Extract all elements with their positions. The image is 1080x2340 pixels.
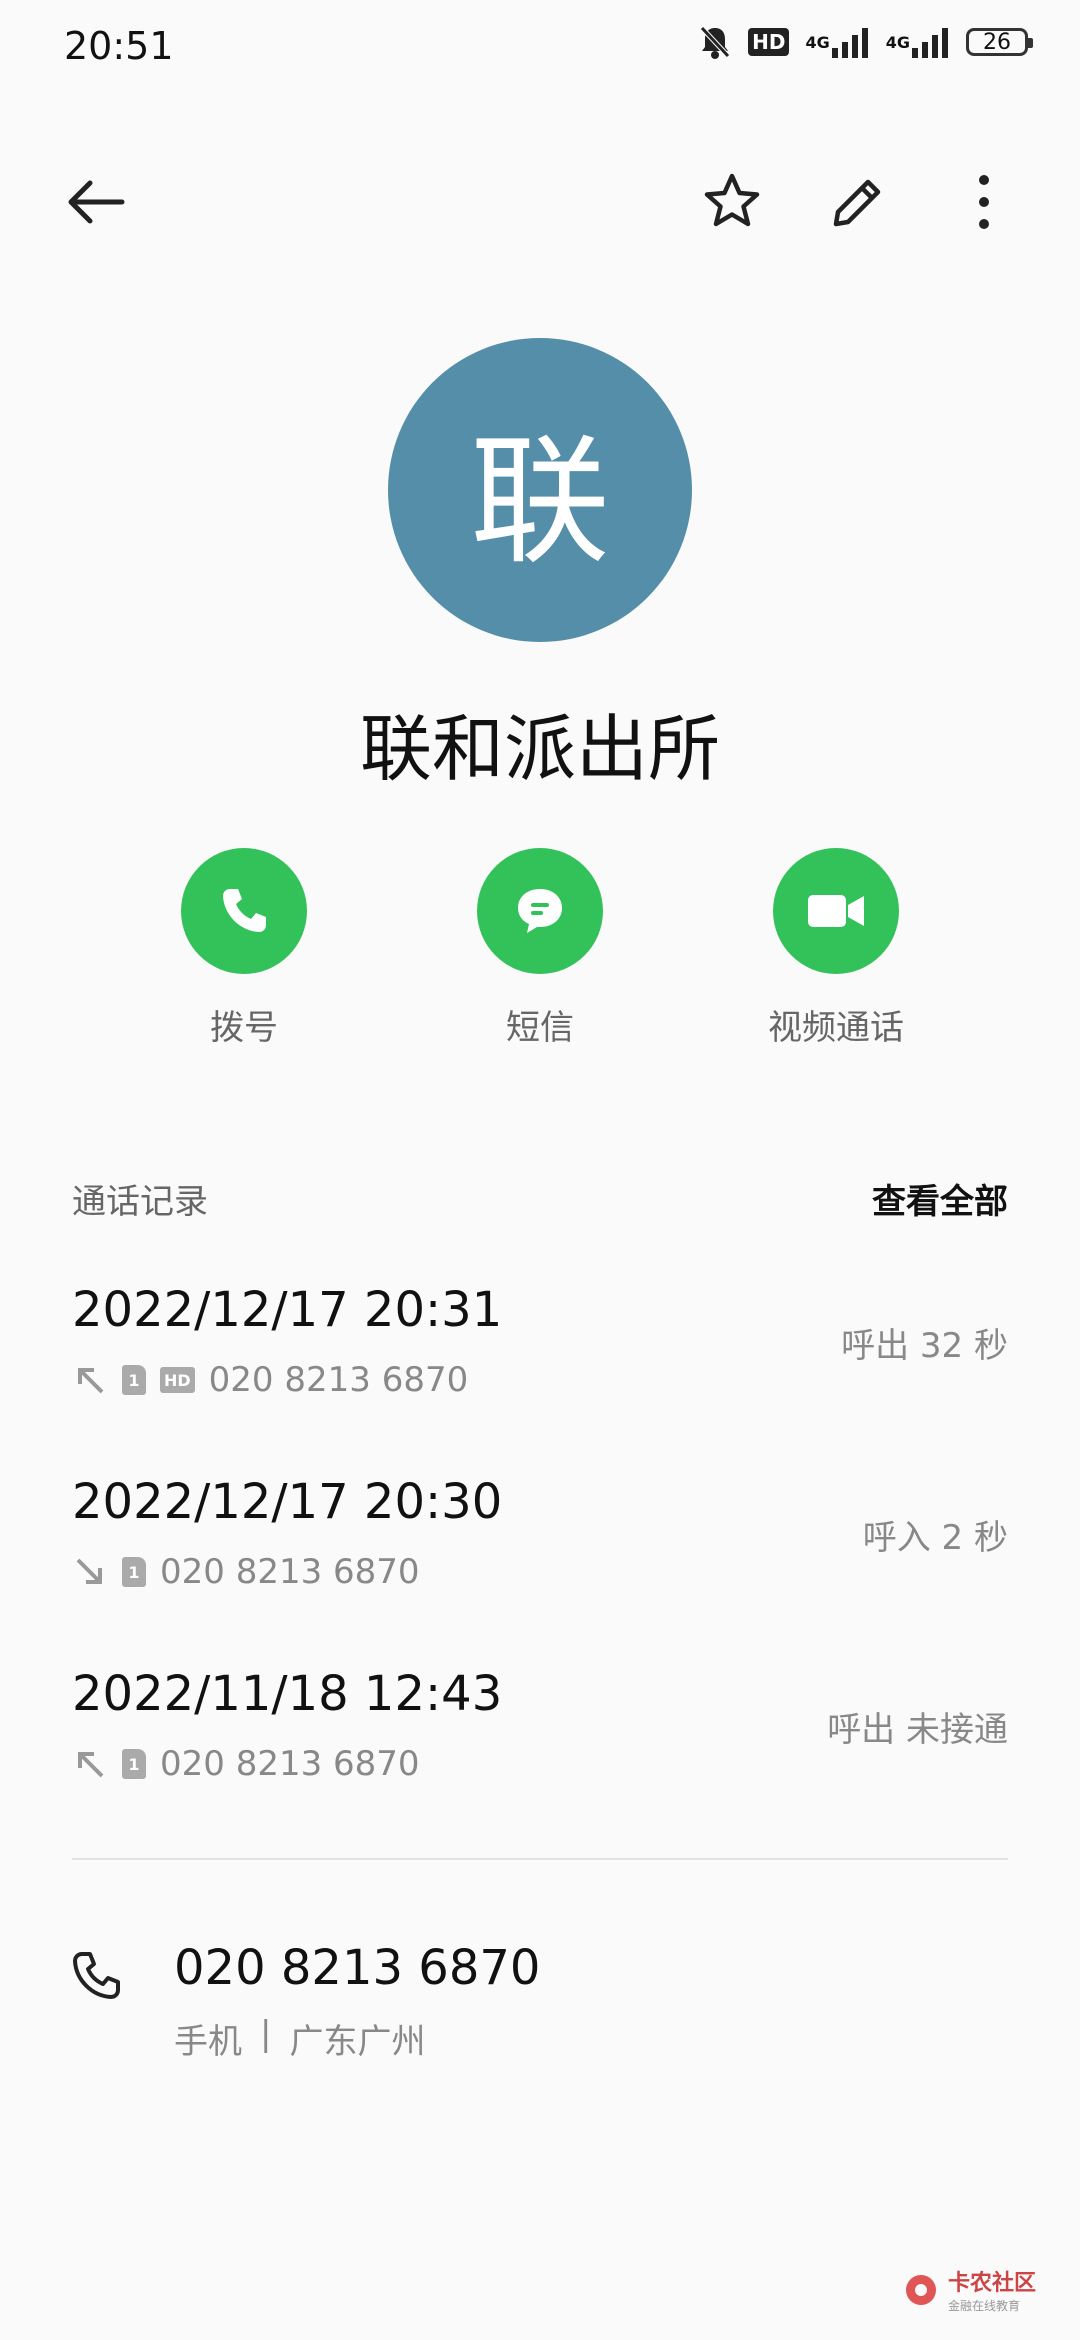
back-button[interactable] [56,162,136,242]
edit-pencil-icon [833,179,881,227]
phone-icon [223,889,266,932]
separator: | [260,2014,272,2054]
call-number: 020 8213 6870 [160,1552,420,1592]
sim-icon: 1 [122,1365,146,1395]
call-status: 呼出 32 秒 [841,1326,1008,1366]
call-number: 020 8213 6870 [160,1744,420,1784]
phone-location: 广东广州 [289,2022,426,2062]
more-vertical-icon [979,175,989,229]
watermark-subtitle: 金融在线教育 [947,2299,1020,2313]
battery-icon: 26 [966,28,1033,56]
sim-icon: 1 [122,1557,146,1587]
phone-number: 020 8213 6870 [174,1940,541,1996]
phone-number-row[interactable]: 020 8213 6870 手机 | 广东广州 [64,1940,1016,2070]
view-all-link[interactable]: 查看全部 [872,1174,1008,1223]
outgoing-call-arrow-icon [78,1368,104,1394]
message-icon [518,889,562,933]
call-date: 2022/12/17 20:31 [72,1282,503,1338]
battery-level: 26 [983,29,1011,55]
watermark: 卡农社区 金融在线教育 [904,2265,1036,2314]
phone-type: 手机 [174,2022,242,2062]
phone-icon [73,1952,120,1999]
back-arrow-icon [68,180,125,224]
star-icon [704,173,760,227]
hd-icon: HD [748,28,790,56]
dial-button[interactable] [181,848,307,974]
phone-details: 手机 | 广东广州 [174,2014,425,2063]
call-status: 呼出 未接通 [827,1710,1008,1750]
avatar: 联 [388,338,692,642]
call-meta: 1 HD 020 8213 6870 [72,1360,468,1400]
call-log-item[interactable]: 2022/12/17 20:31 1 HD 020 8213 6870 呼出 3… [72,1282,1008,1432]
dial-label: 拨号 [210,1008,278,1048]
hd-call-icon: HD [160,1367,195,1393]
call-date: 2022/11/18 12:43 [72,1666,503,1722]
signal-label: 4G [885,32,910,52]
divider [72,1858,1008,1860]
call-date: 2022/12/17 20:30 [72,1474,503,1530]
call-meta: 1 020 8213 6870 [72,1744,420,1784]
call-log-item[interactable]: 2022/12/17 20:30 1 020 8213 6870 呼入 2 秒 [72,1474,1008,1624]
call-meta: 1 020 8213 6870 [72,1552,420,1592]
dial-action[interactable]: 拨号 [124,848,364,1049]
message-action[interactable]: 短信 [420,848,660,1049]
call-log-item[interactable]: 2022/11/18 12:43 1 020 8213 6870 呼出 未接通 [72,1666,1008,1816]
more-button[interactable] [944,162,1024,242]
message-label: 短信 [506,1008,574,1048]
signal-icon: 4G [886,26,950,58]
video-camera-icon [808,895,864,927]
contact-name: 联和派出所 [359,707,720,791]
watermark-title: 卡农社区 [947,2271,1036,2296]
status-icons: HD 4G 4G 26 [698,24,1033,60]
call-status: 呼入 2 秒 [862,1518,1008,1558]
message-button[interactable] [477,848,603,974]
video-call-button[interactable] [773,848,899,974]
sim-icon: 1 [122,1749,146,1779]
favorite-button[interactable] [692,162,772,242]
call-log-title: 通话记录 [72,1182,208,1222]
edit-button[interactable] [818,162,898,242]
outgoing-call-arrow-icon [78,1752,104,1778]
watermark-logo-icon [905,2274,936,2305]
status-time: 20:51 [64,24,174,68]
signal-label: 4G [805,32,830,52]
signal-icon: 4G [805,26,869,58]
video-call-action[interactable]: 视频通话 [716,848,956,1049]
video-call-label: 视频通话 [768,1008,904,1048]
avatar-letter: 联 [469,421,610,584]
incoming-call-arrow-icon [76,1558,102,1584]
call-number: 020 8213 6870 [208,1360,469,1400]
bell-off-icon [698,24,732,60]
